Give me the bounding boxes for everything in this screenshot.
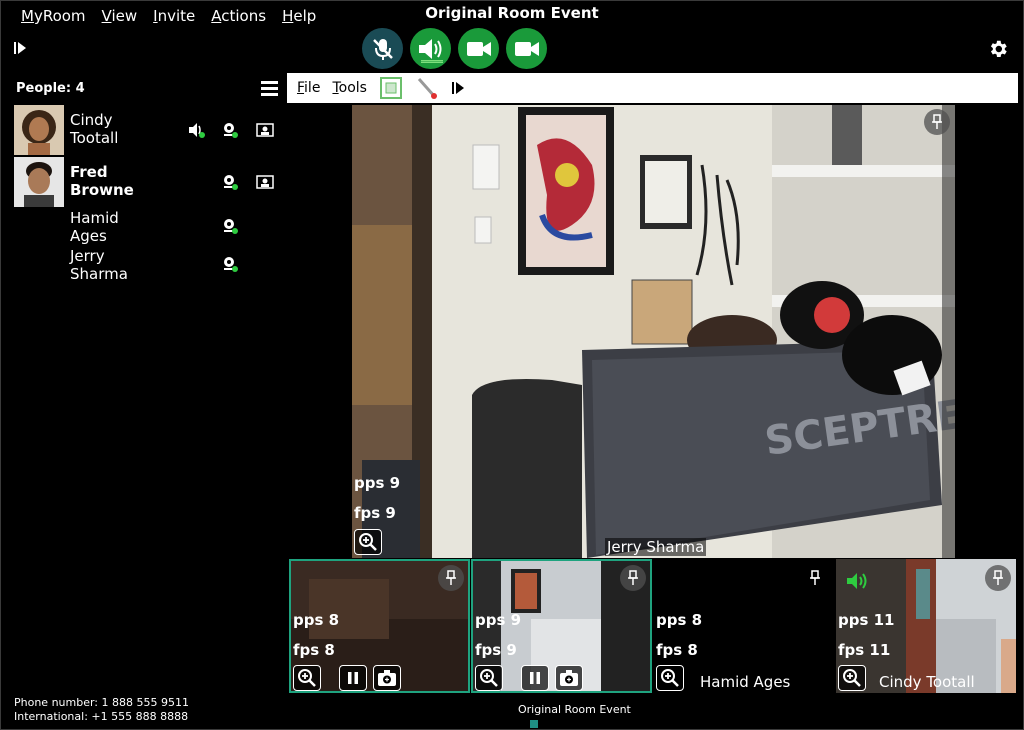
thumbnail-video-3[interactable]: pps 8 fps 8 Hamid Ages [653,559,834,693]
hamburger-menu-icon[interactable] [261,80,278,97]
pin-icon [932,114,942,129]
dial-in-info: Phone number: 1 888 555 9511 Internation… [14,696,189,724]
speaker-icon [418,38,443,63]
thumbnail-video-4[interactable]: pps 11 fps 11 Cindy Tootall [836,559,1016,693]
zoom-in-icon [359,533,377,551]
pause-button[interactable] [339,665,367,691]
status-indicator [530,720,538,728]
thumbnail-video-2[interactable]: pps 9 fps 9 [471,559,652,693]
frames-per-second: fps 8 [293,641,335,659]
people-count-header: People: 4 [16,81,85,96]
contact-card-icon[interactable] [256,173,274,191]
content-menu-file[interactable]: File [297,80,320,96]
pause-button[interactable] [521,665,549,691]
thumbnail-video-1[interactable]: pps 8 fps 8 [289,559,470,693]
zoom-button[interactable] [354,529,382,555]
pin-video-button[interactable] [802,565,828,591]
pin-video-button[interactable] [924,109,950,135]
footer-room-title: Original Room Event [518,703,631,716]
pin-icon [446,570,456,585]
packets-per-second: pps 8 [293,611,340,629]
pin-icon [810,570,820,585]
participant-name: Cindy Tootall [70,111,119,147]
window-title: Original Room Event [425,4,599,22]
webcam-presence-icon [224,123,238,138]
laser-pointer-icon[interactable] [415,76,439,100]
packets-per-second: pps 9 [354,474,401,492]
call-toolbar [362,28,547,69]
webcam-presence-icon [224,175,238,190]
participant-name: Hamid Ages [70,209,119,245]
zoom-button[interactable] [293,665,321,691]
camera-share-button[interactable] [506,28,547,69]
screen-capture-icon[interactable] [379,76,403,100]
international-number: International: +1 555 888 8888 [14,710,189,723]
pin-video-button[interactable] [985,565,1011,591]
pause-icon [348,672,358,684]
frames-per-second: fps 9 [354,504,396,522]
participant-fred[interactable]: Fred Browne [14,157,278,207]
zoom-button[interactable] [838,665,866,691]
collapse-sidebar-icon[interactable] [13,41,27,55]
gear-icon[interactable] [987,38,1009,60]
camera-button[interactable] [458,28,499,69]
participant-cindy[interactable]: Cindy Tootall [14,105,278,155]
speaking-indicator-icon [847,573,867,589]
pause-icon [530,672,540,684]
zoom-in-icon [661,669,679,687]
zoom-in-icon [843,669,861,687]
pin-icon [993,570,1003,585]
contact-card-icon[interactable] [256,121,274,139]
content-menu-bar: File Tools [287,73,1018,103]
zoom-in-icon [298,669,316,687]
video-participant-name: Cindy Tootall [879,673,975,691]
snapshot-button[interactable] [555,665,583,691]
pin-icon [628,570,638,585]
frames-per-second: fps 9 [475,641,517,659]
packets-per-second: pps 9 [475,611,522,629]
speaker-button[interactable] [410,28,451,69]
video-frame-image: SCEPTRE [352,105,955,558]
camera-icon [466,41,491,56]
phone-number: Phone number: 1 888 555 9511 [14,696,189,709]
webcam-presence-icon [224,219,238,234]
mute-mic-button[interactable] [362,28,403,69]
avatar [14,157,64,207]
mic-muted-icon [372,38,393,60]
camera-icon [514,41,539,56]
packets-per-second: pps 11 [838,611,895,629]
video-participant-name: Hamid Ages [700,673,791,691]
webcam-presence-icon [224,257,238,272]
camera-snapshot-icon [378,670,396,686]
frames-per-second: fps 11 [838,641,891,659]
content-menu-tools[interactable]: Tools [332,80,367,96]
pin-video-button[interactable] [620,565,646,591]
camera-snapshot-icon [560,670,578,686]
avatar [14,105,64,155]
participant-jerry[interactable]: Jerry Sharma [14,241,278,289]
app-window: MyRoom View Invite Actions Help Original… [0,0,1024,730]
pin-video-button[interactable] [438,565,464,591]
frames-per-second: fps 8 [656,641,698,659]
expand-panel-icon[interactable] [451,81,465,95]
participant-name: Jerry Sharma [70,247,128,283]
snapshot-button[interactable] [373,665,401,691]
packets-per-second: pps 8 [656,611,703,629]
main-video-feed[interactable]: SCEPTRE pps 9 fps 9 Jerry Sharma [352,105,955,558]
zoom-button[interactable] [656,665,684,691]
zoom-in-icon [480,669,498,687]
participant-name: Fred Browne [70,163,134,199]
video-participant-name: Jerry Sharma [605,538,707,556]
zoom-button[interactable] [475,665,503,691]
speaker-icon [189,123,205,138]
